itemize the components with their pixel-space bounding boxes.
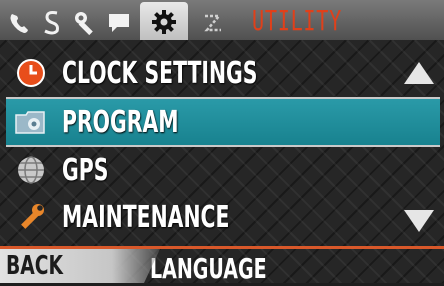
scroll-down-button[interactable] xyxy=(402,206,436,236)
tab-bar: UTILITY xyxy=(0,0,444,44)
down-arrow-icon xyxy=(404,210,434,232)
back-button-label: BACK xyxy=(6,251,64,281)
page-title: UTILITY xyxy=(252,4,343,37)
menu-item-maintenance[interactable]: MAINTENANCE xyxy=(0,194,412,240)
phone-icon xyxy=(10,14,28,33)
up-arrow-icon xyxy=(404,62,434,84)
tab-audio[interactable] xyxy=(38,4,66,42)
menu-item-gps[interactable]: GPS xyxy=(0,147,412,193)
tab-shuffle[interactable] xyxy=(196,4,230,42)
tab-settings[interactable] xyxy=(140,2,188,42)
tab-phone[interactable] xyxy=(4,4,34,42)
tab-messages[interactable] xyxy=(104,4,134,42)
tab-wrench[interactable] xyxy=(70,4,102,42)
shuffle-icon xyxy=(204,14,222,32)
message-icon xyxy=(109,14,129,32)
scroll-up-button[interactable] xyxy=(402,58,436,88)
menu-item-label: PROGRAM xyxy=(62,104,179,140)
menu-item-label: CLOCK SETTINGS xyxy=(62,55,258,91)
menu-item-label: GPS xyxy=(62,152,109,188)
back-button[interactable]: BACK xyxy=(0,249,160,283)
menu-item-clock-settings[interactable]: CLOCK SETTINGS xyxy=(0,50,412,96)
menu-item-language[interactable]: LANGUAGE xyxy=(150,252,267,286)
gear-icon xyxy=(152,10,176,34)
menu-item-label: MAINTENANCE xyxy=(62,199,230,235)
menu-item-program[interactable]: PROGRAM xyxy=(6,97,440,147)
softkey-divider xyxy=(0,246,444,249)
wrench-icon xyxy=(75,12,93,36)
globe-icon xyxy=(14,153,48,187)
program-icon xyxy=(14,105,48,139)
wrench-icon xyxy=(14,200,48,234)
audio-icon xyxy=(44,11,59,35)
clock-icon xyxy=(14,56,48,90)
